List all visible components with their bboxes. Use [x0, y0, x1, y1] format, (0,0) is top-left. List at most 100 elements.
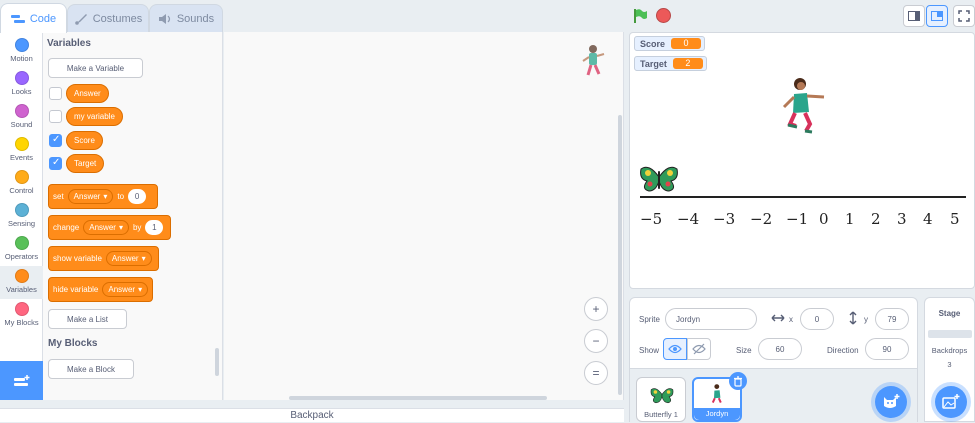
choose-backdrop-button[interactable]	[935, 386, 967, 418]
hide-variable-block[interactable]: hide variable Answer	[48, 277, 153, 302]
extension-icon	[13, 374, 29, 386]
variables-section-title: Variables	[47, 38, 91, 49]
my-variable-reporter[interactable]: my variable	[66, 107, 123, 126]
sprite-watermark-icon	[580, 44, 606, 83]
answer-reporter[interactable]: Answer	[66, 84, 109, 103]
target-checkbox[interactable]	[49, 157, 62, 170]
category-looks[interactable]: Looks	[0, 68, 43, 101]
set-variable-block[interactable]: set Answer to 0	[48, 184, 158, 209]
zoom-out-icon: −	[592, 334, 600, 348]
category-label: Control	[9, 186, 34, 195]
butterfly-sprite[interactable]	[639, 163, 679, 196]
green-flag-icon[interactable]	[632, 8, 648, 27]
show-variable-block[interactable]: show variable Answer	[48, 246, 159, 271]
my-blocks-dot-icon	[14, 302, 29, 316]
add-extension-button[interactable]	[0, 361, 43, 400]
brush-icon	[74, 13, 87, 25]
size-label: Size	[736, 346, 752, 355]
change-variable-block[interactable]: change Answer by 1	[48, 215, 171, 240]
operators-dot-icon	[14, 236, 29, 250]
sprite-thumb-label: Butterfly 1	[644, 410, 678, 419]
score-reporter[interactable]: Score	[66, 131, 103, 150]
category-operators[interactable]: Operators	[0, 233, 43, 266]
zoom-in-button[interactable]: +	[584, 297, 608, 321]
code-workspace[interactable]	[224, 32, 624, 400]
category-my-blocks[interactable]: My Blocks	[0, 299, 43, 332]
eye-icon	[668, 344, 682, 354]
dropdown-value: Answer	[89, 223, 116, 232]
monitor-value: 0	[671, 38, 702, 49]
trash-icon	[734, 375, 742, 387]
category-control[interactable]: Control	[0, 167, 43, 200]
number-line-label: 1	[845, 210, 855, 228]
tab-code[interactable]: Code	[0, 3, 67, 33]
dropdown-value: Answer	[73, 192, 101, 201]
show-variable-label: show variable	[53, 254, 102, 263]
palette-scrollbar[interactable]	[215, 348, 219, 376]
workspace-horizontal-scrollbar[interactable]	[289, 396, 547, 400]
set-variable-dropdown[interactable]: Answer	[67, 189, 114, 204]
number-line-label: −3	[713, 210, 736, 228]
category-events[interactable]: Events	[0, 134, 43, 167]
number-line-label: −2	[750, 210, 773, 228]
code-icon	[10, 14, 25, 23]
answer-checkbox[interactable]	[49, 87, 62, 100]
change-variable-dropdown[interactable]: Answer	[83, 220, 129, 235]
make-list-button[interactable]: Make a List	[48, 309, 127, 329]
make-variable-button[interactable]: Make a Variable	[48, 58, 143, 78]
target-reporter[interactable]: Target	[66, 154, 105, 173]
hide-sprite-button[interactable]	[687, 338, 711, 360]
tab-sounds[interactable]: Sounds	[149, 4, 223, 32]
category-sound[interactable]: Sound	[0, 101, 43, 134]
zoom-reset-button[interactable]: =	[584, 361, 608, 385]
choose-sprite-button[interactable]	[875, 386, 907, 418]
sprite-name-field[interactable]: Jordyn	[665, 308, 757, 330]
set-value-input[interactable]: 0	[128, 189, 147, 204]
tab-costumes[interactable]: Costumes	[67, 4, 149, 32]
jordyn-sprite[interactable]	[778, 76, 828, 137]
tab-sounds-label: Sounds	[176, 12, 215, 25]
size-field[interactable]: 60	[758, 338, 802, 360]
normal-stage-icon[interactable]	[926, 5, 948, 27]
number-line-label: 5	[950, 210, 960, 228]
y-position-field[interactable]: 79	[875, 308, 909, 330]
cat-add-icon	[884, 394, 900, 408]
stop-icon[interactable]	[656, 8, 671, 23]
control-dot-icon	[14, 170, 29, 184]
workspace-vertical-scrollbar[interactable]	[618, 115, 622, 395]
monitor-label: Target	[640, 58, 667, 69]
category-sensing[interactable]: Sensing	[0, 200, 43, 233]
category-label: My Blocks	[4, 318, 39, 327]
eye-slash-icon	[692, 343, 706, 355]
number-line	[640, 196, 966, 198]
x-position-field[interactable]: 0	[800, 308, 834, 330]
category-motion[interactable]: Motion	[0, 35, 43, 68]
score-monitor[interactable]: Score 0	[634, 36, 706, 51]
make-block-button[interactable]: Make a Block	[48, 359, 134, 379]
hide-variable-dropdown[interactable]: Answer	[102, 282, 149, 297]
zoom-out-button[interactable]: −	[584, 329, 608, 353]
direction-field[interactable]: 90	[865, 338, 909, 360]
backpack[interactable]: Backpack	[0, 408, 624, 422]
score-checkbox[interactable]	[49, 134, 62, 147]
category-variables[interactable]: Variables	[0, 266, 43, 299]
number-line-label: 4	[923, 210, 933, 228]
category-label: Looks	[11, 87, 32, 96]
my-variable-checkbox[interactable]	[49, 110, 62, 123]
number-line-label: 0	[819, 210, 829, 228]
change-value-input[interactable]: 1	[145, 220, 164, 235]
small-stage-icon[interactable]	[903, 5, 925, 27]
zoom-reset-icon: =	[592, 366, 600, 380]
my-blocks-section-title: My Blocks	[48, 338, 98, 349]
delete-sprite-button[interactable]	[729, 372, 747, 390]
tab-costumes-label: Costumes	[92, 12, 143, 25]
target-monitor[interactable]: Target 2	[634, 56, 707, 71]
number-line-label: −1	[786, 210, 809, 228]
x-label: x	[789, 315, 793, 324]
horizontal-arrows-icon	[771, 313, 785, 326]
sprite-thumb-butterfly[interactable]: Butterfly 1	[636, 377, 686, 422]
to-label: to	[117, 192, 125, 201]
fullscreen-icon[interactable]	[953, 5, 975, 27]
show-sprite-button[interactable]	[663, 338, 687, 360]
show-variable-dropdown[interactable]: Answer	[105, 251, 152, 266]
